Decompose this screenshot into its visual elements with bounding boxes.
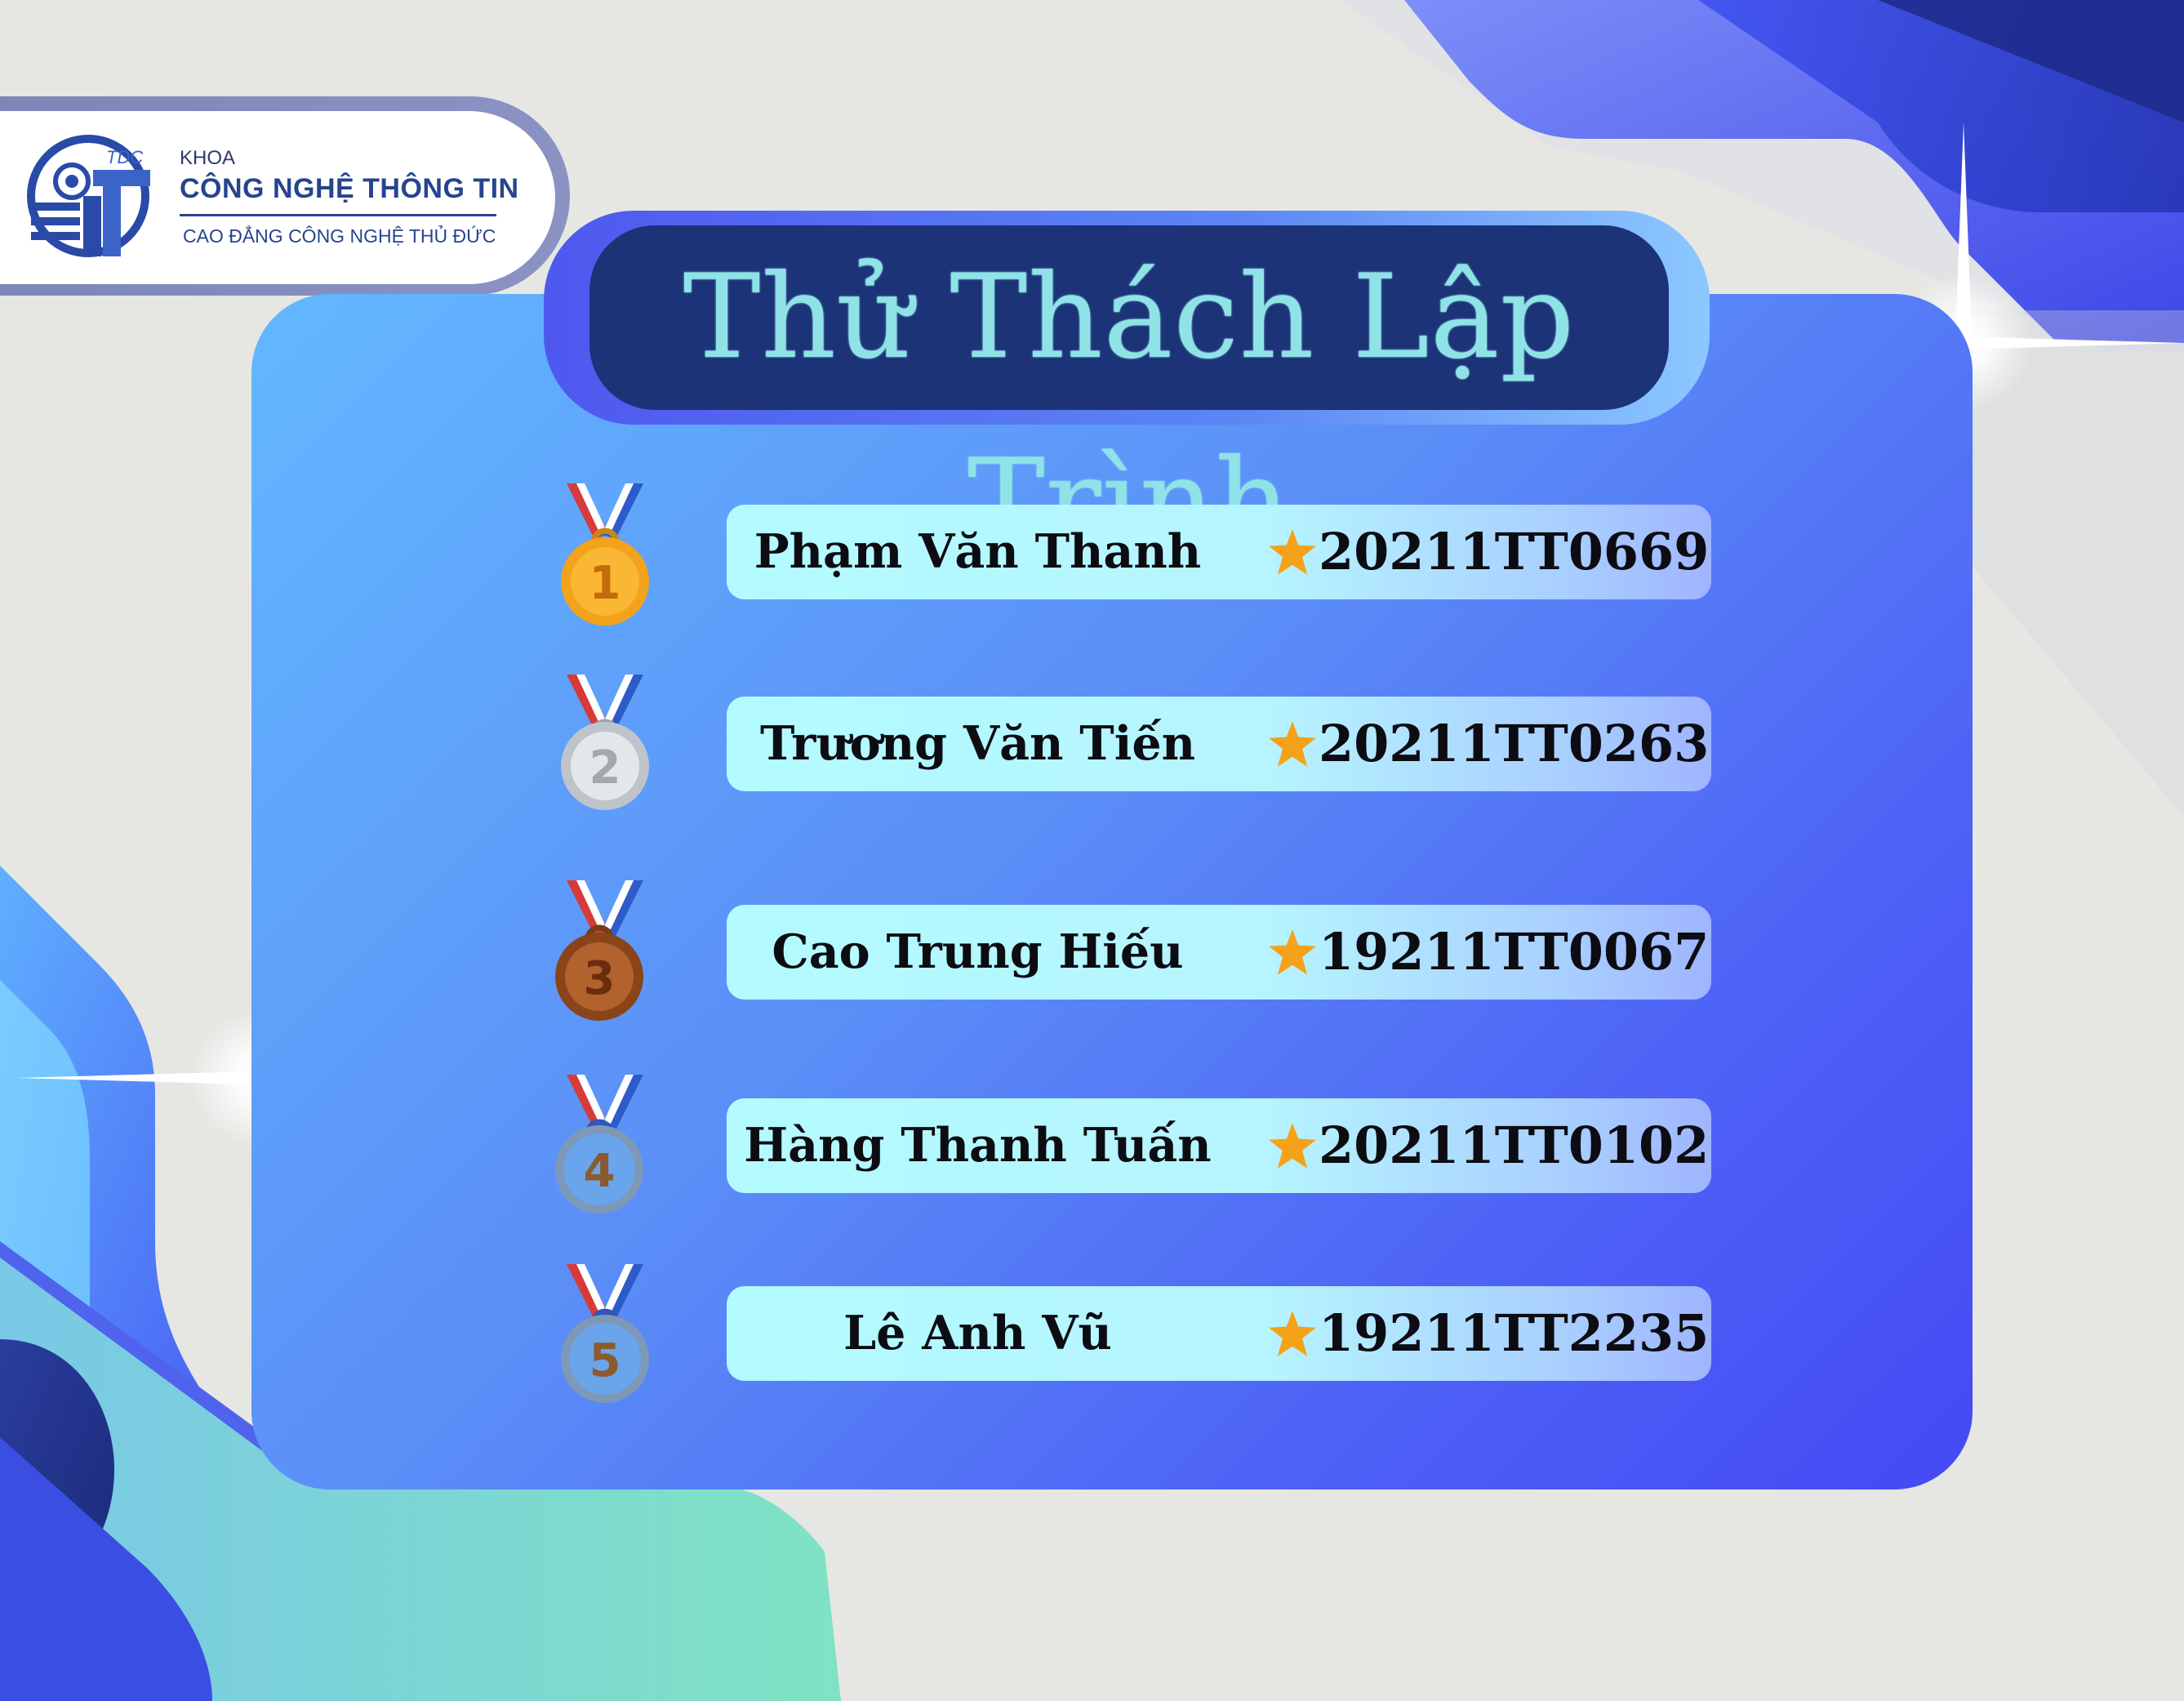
rank-2-number: 2: [589, 741, 621, 795]
student-code: 20211TT0102: [1319, 1115, 1710, 1175]
rank-4-number: 4: [584, 1145, 616, 1198]
logo-khoa-label: KHOA: [180, 147, 236, 169]
rank-3-number: 3: [584, 952, 616, 1005]
ranking-row-3: Cao Trung Hiếu 19211TT0067: [727, 905, 1711, 1000]
ranking-row-1: Phạm Văn Thanh 20211TT0669: [727, 505, 1711, 599]
star-icon: [1269, 529, 1316, 575]
student-name: Hàng Thanh Tuấn: [744, 1118, 1212, 1173]
logo-divider: [180, 214, 496, 216]
student-name: Phạm Văn Thanh: [754, 524, 1202, 579]
student-name: Lê Anh Vũ: [843, 1306, 1112, 1360]
star-icon: [1269, 721, 1316, 767]
student-name: Cao Trung Hiếu: [772, 924, 1184, 979]
logo-tag: TDC: [106, 147, 143, 167]
blue-medal-icon: 5: [561, 1264, 649, 1403]
blue-medal-icon: 4: [555, 1075, 643, 1213]
student-name: Trương Văn Tiến: [759, 716, 1196, 771]
ranking-row-2: Trương Văn Tiến 20211TT0263: [727, 697, 1711, 791]
rank-1-number: 1: [589, 557, 621, 610]
star-icon: [1269, 929, 1316, 975]
star-icon: [1269, 1311, 1316, 1356]
student-code: 20211TT0263: [1319, 714, 1710, 773]
silver-medal-icon: 2: [561, 675, 649, 810]
bronze-medal-icon: 3: [555, 880, 643, 1021]
gold-medal-icon: 1: [561, 483, 649, 626]
student-code: 20211TT0669: [1319, 522, 1710, 581]
ranking-row-4: Hàng Thanh Tuấn 20211TT0102: [727, 1098, 1711, 1193]
rank-5-number: 5: [589, 1334, 621, 1387]
logo-department-name: CÔNG NGHỆ THÔNG TIN: [180, 173, 519, 204]
ranking-row-5: Lê Anh Vũ 19211TT2235: [727, 1286, 1711, 1381]
student-code: 19211TT2235: [1319, 1303, 1710, 1363]
star-icon: [1269, 1123, 1316, 1169]
student-code: 19211TT0067: [1319, 922, 1710, 982]
page-title: Thử Thách Lập Trình: [683, 250, 1576, 569]
logo-school-name: CAO ĐẲNG CÔNG NGHỆ THỦ ĐỨC: [183, 225, 496, 247]
it-logo-icon: TDC: [27, 135, 150, 257]
